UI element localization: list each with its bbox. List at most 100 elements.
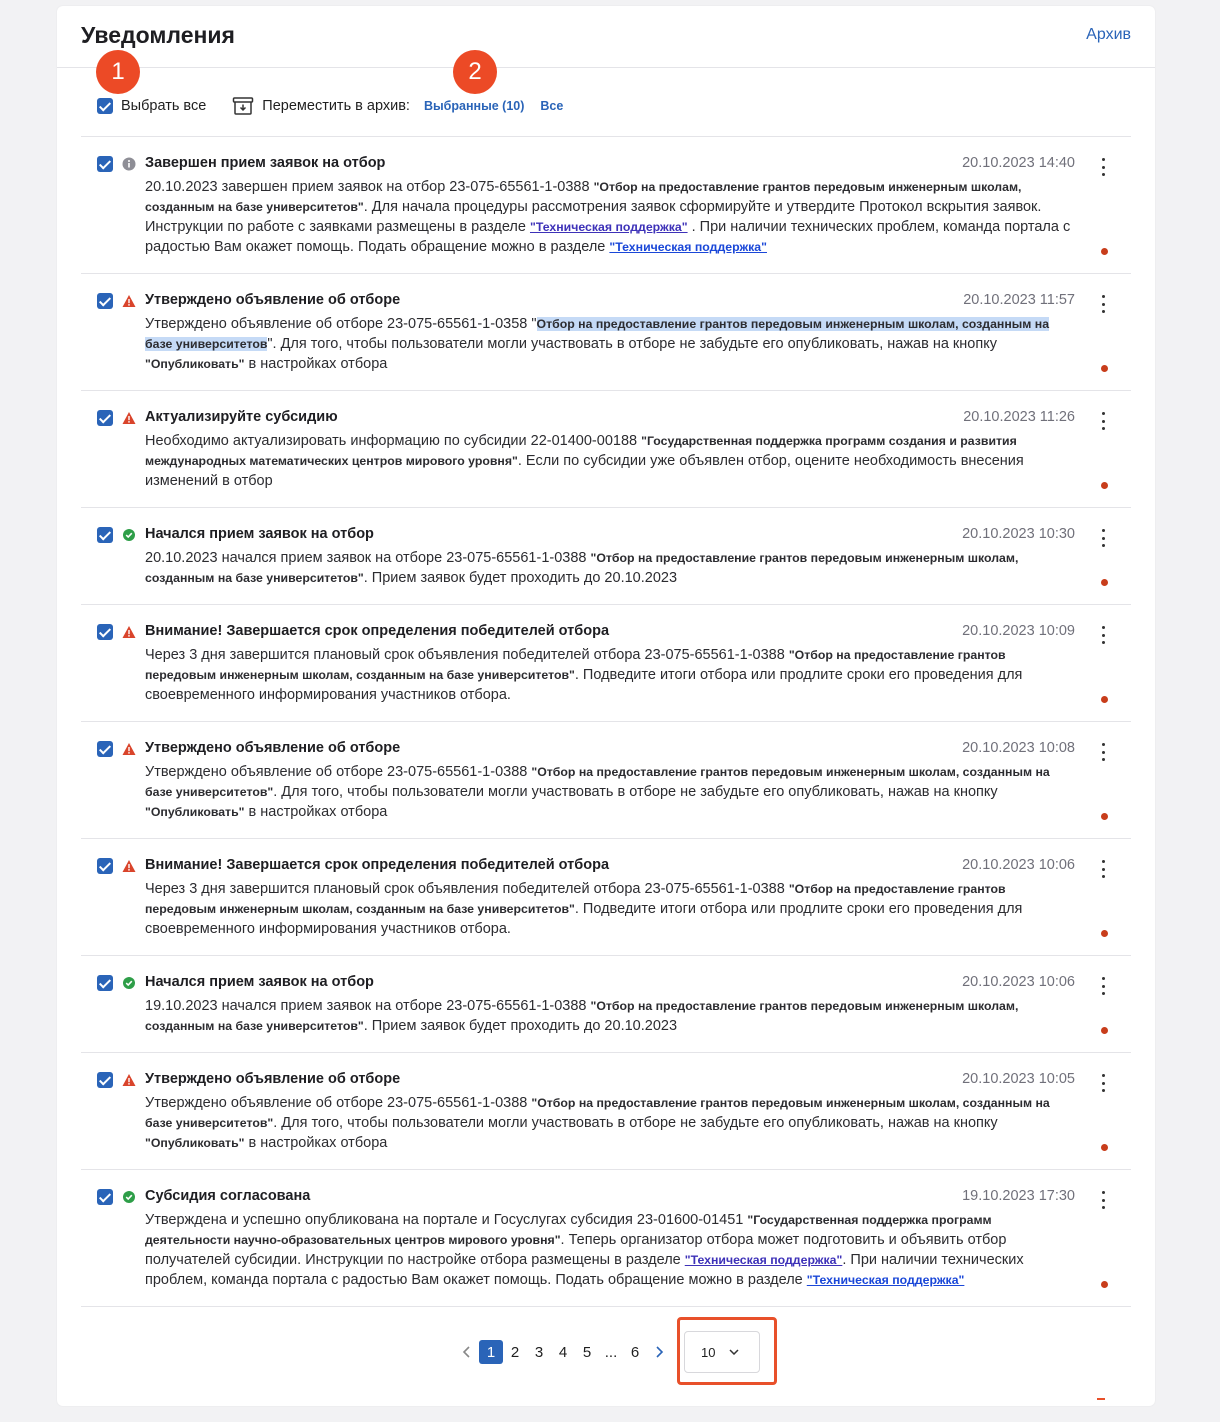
- row-checkbox[interactable]: [97, 624, 113, 640]
- notification-row[interactable]: Актуализируйте субсидию 20.10.2023 11:26 Н…: [81, 391, 1131, 508]
- notification-text: Утверждено объявление об отборе 23-075-6…: [145, 762, 1075, 822]
- page-number[interactable]: 6: [623, 1340, 647, 1364]
- select-all-checkbox[interactable]: [97, 98, 113, 114]
- warning-icon: [122, 411, 136, 425]
- notification-time: 20.10.2023 10:08: [962, 740, 1075, 756]
- notification-time: 20.10.2023 11:57: [963, 292, 1075, 308]
- unread-dot: [1101, 813, 1108, 820]
- page-number[interactable]: 3: [527, 1340, 551, 1364]
- row-checkbox[interactable]: [97, 156, 113, 172]
- notification-title: Утверждено объявление об отборе: [145, 1071, 401, 1087]
- text-part: . Для того, чтобы пользователи могли уча…: [273, 784, 998, 800]
- unread-dot: [1101, 696, 1108, 703]
- notification-time: 20.10.2023 10:30: [962, 526, 1075, 542]
- unread-dot: [1101, 248, 1108, 255]
- archive-box-icon: [232, 96, 254, 116]
- text-part: 19.10.2023 начался прием заявок на отбор…: [145, 998, 591, 1014]
- notification-row[interactable]: Начался прием заявок на отбор 20.10.2023 …: [81, 956, 1131, 1053]
- more-menu-icon[interactable]: [1095, 1190, 1111, 1210]
- text-part: Утверждено объявление об отборе 23-075-6…: [145, 316, 537, 332]
- notification-title: Завершен прием заявок на отбор: [145, 155, 386, 171]
- warning-icon: [122, 742, 136, 756]
- unread-dot: [1101, 930, 1108, 937]
- notification-time: 20.10.2023 14:40: [962, 155, 1075, 171]
- row-checkbox[interactable]: [97, 975, 113, 991]
- notification-title: Актуализируйте субсидию: [145, 409, 338, 425]
- notification-title: Утверждено объявление об отборе: [145, 292, 401, 308]
- success-check-icon: [122, 528, 136, 542]
- notification-row[interactable]: Начался прием заявок на отбор 20.10.2023 …: [81, 508, 1131, 605]
- more-menu-icon[interactable]: [1095, 528, 1111, 548]
- tech-support-link[interactable]: "Техническая поддержка": [609, 240, 767, 254]
- row-checkbox[interactable]: [97, 858, 113, 874]
- text-part: Утверждена и успешно опубликована на пор…: [145, 1212, 748, 1228]
- success-check-icon: [122, 976, 136, 990]
- page-number[interactable]: 5: [575, 1340, 599, 1364]
- prev-page-button[interactable]: [455, 1340, 479, 1364]
- move-to-archive-label: Переместить в архив:: [262, 98, 410, 114]
- chevron-left-icon: [462, 1346, 470, 1358]
- tech-support-link[interactable]: "Техническая поддержка": [685, 1253, 843, 1267]
- text-part: . Прием заявок будет проходить до 20.10.…: [363, 570, 678, 586]
- notification-row[interactable]: Субсидия согласована 19.10.2023 17:30 Утве…: [81, 1170, 1131, 1307]
- more-menu-icon[interactable]: [1095, 976, 1111, 996]
- page-number[interactable]: 2: [503, 1340, 527, 1364]
- notification-row[interactable]: Утверждено объявление об отборе 20.10.202…: [81, 722, 1131, 839]
- row-checkbox[interactable]: [97, 293, 113, 309]
- notification-title: Внимание! Завершается срок определения п…: [145, 857, 610, 873]
- next-page-button[interactable]: [647, 1340, 671, 1364]
- publish-button-name: "Опубликовать": [145, 357, 245, 371]
- text-part: в настройках отбора: [244, 1135, 388, 1151]
- notification-row[interactable]: Внимание! Завершается срок определения п…: [81, 605, 1131, 722]
- select-all-label[interactable]: Выбрать все: [121, 98, 206, 114]
- unread-dot: [1101, 1281, 1108, 1288]
- notification-row[interactable]: Внимание! Завершается срок определения п…: [81, 839, 1131, 956]
- more-menu-icon[interactable]: [1095, 294, 1111, 314]
- notification-title: Субсидия согласована: [145, 1188, 311, 1204]
- step-marker-2: 2: [453, 50, 497, 94]
- text-part: . Прием заявок будет проходить до 20.10.…: [363, 1018, 678, 1034]
- notification-time: 20.10.2023 10:06: [962, 974, 1075, 990]
- per-page-select[interactable]: 10: [684, 1331, 760, 1373]
- notification-text: Необходимо актуализировать информацию по…: [145, 431, 1075, 491]
- notification-row[interactable]: Утверждено объявление об отборе 20.10.202…: [81, 274, 1131, 391]
- notification-text: Утверждено объявление об отборе 23-075-6…: [145, 314, 1075, 374]
- more-menu-icon[interactable]: [1095, 859, 1111, 879]
- notifications-card: Уведомления Архив Выбрать все Переместит…: [57, 6, 1155, 1406]
- warning-icon: [122, 294, 136, 308]
- notification-row[interactable]: Утверждено объявление об отборе 20.10.202…: [81, 1053, 1131, 1170]
- archive-link[interactable]: Архив: [1086, 26, 1131, 44]
- text-part: 20.10.2023 завершен прием заявок на отбо…: [145, 179, 594, 195]
- more-menu-icon[interactable]: [1095, 625, 1111, 645]
- notification-text: Утверждена и успешно опубликована на пор…: [145, 1210, 1075, 1290]
- page-number[interactable]: 1: [479, 1340, 503, 1364]
- row-checkbox[interactable]: [97, 741, 113, 757]
- notification-row[interactable]: Завершен прием заявок на отбор 20.10.2023…: [81, 137, 1131, 274]
- tech-support-link[interactable]: "Техническая поддержка": [530, 220, 688, 234]
- tech-support-link[interactable]: "Техническая поддержка": [807, 1273, 965, 1287]
- row-checkbox[interactable]: [97, 410, 113, 426]
- more-menu-icon[interactable]: [1095, 742, 1111, 762]
- unread-dot: [1101, 365, 1108, 372]
- notification-title: Утверждено объявление об отборе: [145, 740, 401, 756]
- unread-dot: [1101, 1027, 1108, 1034]
- row-checkbox[interactable]: [97, 1072, 113, 1088]
- chevron-right-icon: [656, 1346, 664, 1358]
- row-checkbox[interactable]: [97, 1189, 113, 1205]
- bulk-actions-toolbar: Выбрать все Переместить в архив: Выбранн…: [97, 90, 563, 122]
- unread-dot: [1101, 1144, 1108, 1151]
- text-part: Через 3 дня завершится плановый срок объ…: [145, 881, 789, 897]
- archive-selected-link[interactable]: Выбранные (10): [424, 99, 524, 113]
- page-number[interactable]: 4: [551, 1340, 575, 1364]
- page-title: Уведомления: [81, 22, 235, 48]
- warning-icon: [122, 859, 136, 873]
- row-checkbox[interactable]: [97, 527, 113, 543]
- text-part: Через 3 дня завершится плановый срок объ…: [145, 647, 789, 663]
- more-menu-icon[interactable]: [1095, 411, 1111, 431]
- more-menu-icon[interactable]: [1095, 157, 1111, 177]
- archive-all-link[interactable]: Все: [540, 99, 563, 113]
- more-menu-icon[interactable]: [1095, 1073, 1111, 1093]
- notification-list: Завершен прием заявок на отбор 20.10.2023…: [81, 136, 1131, 1307]
- notification-text: 20.10.2023 завершен прием заявок на отбо…: [145, 177, 1075, 257]
- notification-title: Начался прием заявок на отбор: [145, 526, 374, 542]
